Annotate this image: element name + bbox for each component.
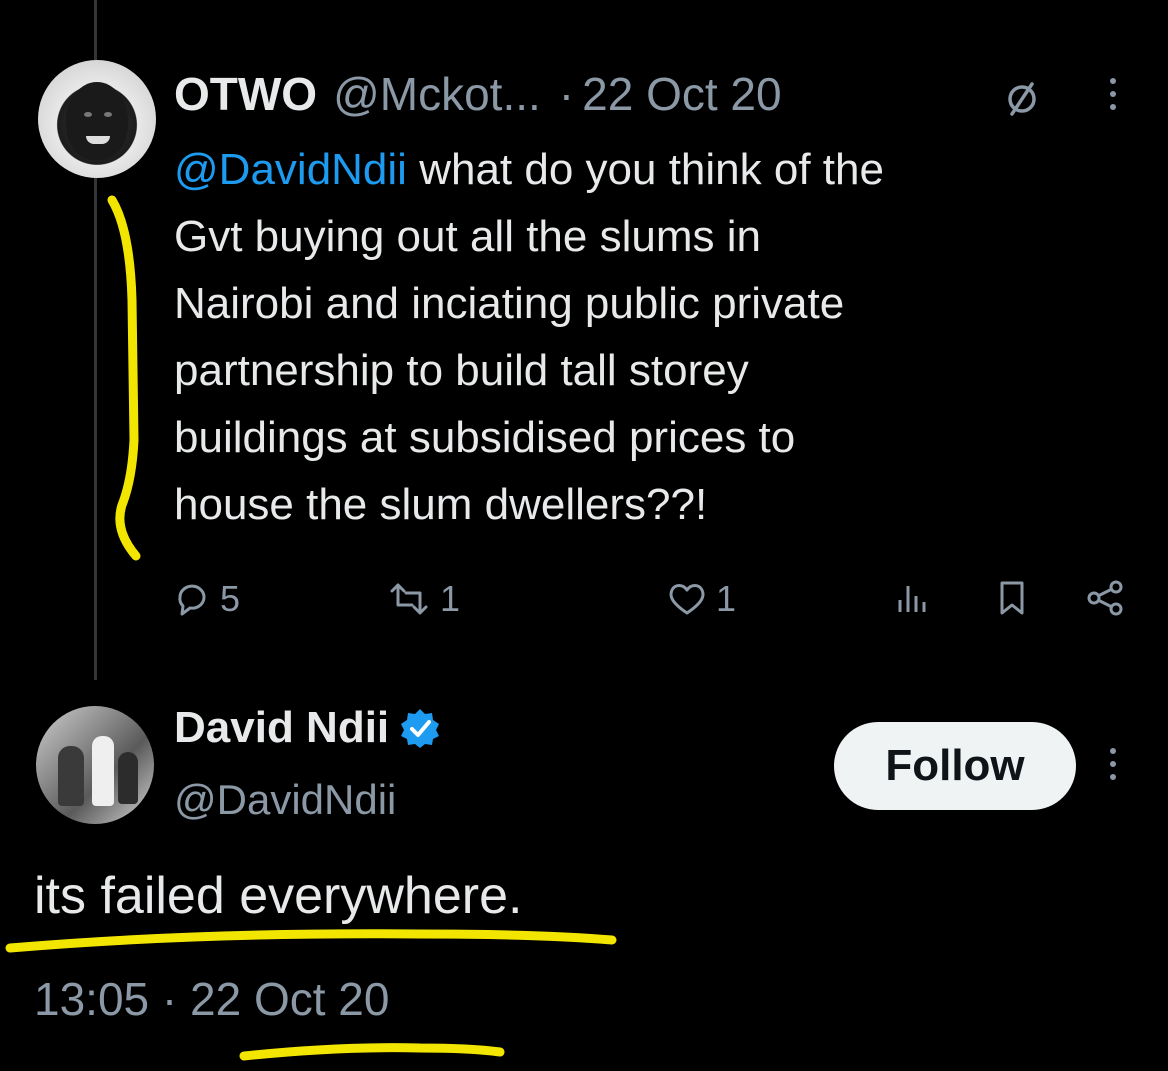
parent-tweet-header: OTWO @Mckot... · 22 Oct 20 — [174, 62, 782, 126]
avatar-figure — [58, 746, 84, 806]
highlighter-underline — [239, 1043, 505, 1061]
reply-count: 5 — [220, 578, 241, 619]
author-handle[interactable]: @Mckot... — [333, 67, 541, 121]
more-icon[interactable] — [1108, 748, 1118, 788]
author-handle[interactable]: @DavidNdii — [174, 776, 396, 824]
tweet-line: @DavidNdii what do you think of the — [174, 136, 1154, 203]
parent-tweet-text: @DavidNdii what do you think of the Gvt … — [174, 136, 1154, 538]
avatar-figure — [118, 752, 138, 804]
separator-dot: · — [558, 68, 575, 120]
tweet-line: house the slum dwellers??! — [174, 480, 708, 529]
share-button[interactable] — [1084, 578, 1134, 618]
tweet-time[interactable]: 13:05 — [34, 973, 149, 1025]
author-name[interactable]: David Ndii — [174, 703, 389, 753]
reply-timestamp-row: 13:05 · 22 Oct 20 — [34, 972, 389, 1026]
tweet-date[interactable]: 22 Oct 20 — [582, 67, 781, 121]
follow-button[interactable]: Follow — [834, 722, 1076, 810]
repost-button[interactable]: 1 — [386, 578, 460, 620]
tweet-line: Nairobi and inciating public private — [174, 279, 845, 328]
highlighter-underline — [5, 929, 617, 953]
like-count: 1 — [716, 578, 737, 619]
tweet-actions-bar: 5 1 1 — [172, 578, 1132, 628]
avatar-eye — [84, 112, 92, 117]
tweet-date[interactable]: 22 Oct 20 — [190, 973, 389, 1025]
grok-icon[interactable] — [1002, 78, 1042, 118]
tweet-text-fragment: what do you think of the — [406, 145, 884, 194]
repost-count: 1 — [440, 578, 461, 619]
bookmark-icon — [1000, 581, 1024, 615]
avatar-eye — [104, 112, 112, 117]
bookmark-button[interactable] — [994, 578, 1038, 618]
tweet-line: Gvt buying out all the slums in — [174, 212, 761, 261]
reply-button[interactable]: 5 — [172, 578, 240, 620]
author-name[interactable]: OTWO — [174, 67, 317, 121]
mention-link[interactable]: @DavidNdii — [174, 145, 407, 194]
reply-author-row: David Ndii — [174, 698, 441, 758]
verified-badge-icon[interactable] — [399, 707, 441, 749]
share-icon — [1087, 580, 1123, 616]
avatar-face — [66, 82, 128, 160]
otwo-avatar[interactable] — [38, 60, 156, 178]
like-icon — [669, 584, 705, 615]
separator-dot: · — [161, 973, 178, 1025]
highlighter-bracket — [107, 195, 141, 561]
more-icon[interactable] — [1108, 78, 1118, 118]
tweet-line: buildings at subsidised prices to — [174, 413, 796, 462]
david-ndii-avatar[interactable] — [36, 706, 154, 824]
views-icon — [898, 586, 926, 612]
reply-icon — [178, 584, 206, 616]
tweet-line: partnership to build tall storey — [174, 346, 749, 395]
repost-icon — [390, 583, 428, 615]
avatar-figure — [92, 736, 114, 806]
views-button[interactable] — [894, 578, 938, 618]
reply-tweet-text: its failed everywhere. — [34, 867, 523, 925]
like-button[interactable]: 1 — [666, 578, 736, 620]
